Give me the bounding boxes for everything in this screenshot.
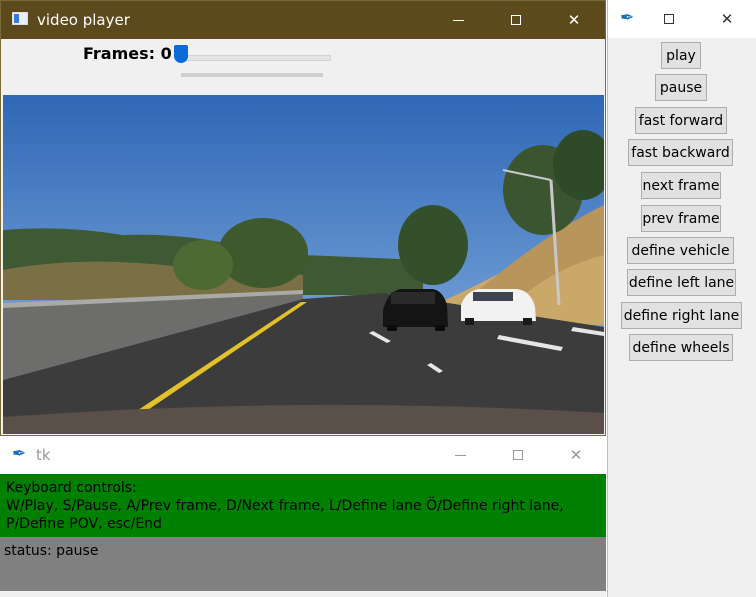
video-frame[interactable]: [3, 95, 604, 434]
keyboard-help-text: W/Play, S/Pause, A/Prev frame, D/Next fr…: [6, 498, 564, 532]
feather-icon: ✒: [12, 444, 27, 463]
define-vehicle-button[interactable]: define vehicle: [627, 237, 734, 264]
window-app-icon: [12, 12, 28, 25]
define-left-lane-button[interactable]: define left lane: [627, 269, 736, 296]
close-icon[interactable]: [566, 445, 586, 465]
minimize-icon[interactable]: [448, 10, 468, 30]
maximize-icon[interactable]: [659, 9, 679, 29]
window-title: tk: [36, 446, 51, 464]
maximize-icon[interactable]: [508, 445, 528, 465]
controls-titlebar[interactable]: ✒: [608, 0, 756, 38]
pause-button[interactable]: pause: [655, 74, 707, 101]
video-player-window: video player Frames: 0: [0, 0, 606, 436]
feather-icon: ✒: [620, 8, 635, 27]
video-player-titlebar[interactable]: video player: [1, 1, 605, 39]
status-text: status: pause: [4, 543, 99, 559]
define-wheels-button[interactable]: define wheels: [629, 334, 733, 361]
define-right-lane-button[interactable]: define right lane: [621, 302, 742, 329]
play-button[interactable]: play: [661, 42, 701, 69]
status-panel: status: pause: [0, 537, 606, 591]
tk-titlebar[interactable]: ✒ tk: [0, 437, 606, 474]
maximize-icon[interactable]: [506, 10, 526, 30]
frame-progress-bar: [181, 73, 323, 77]
keyboard-help-heading: Keyboard controls:: [6, 480, 137, 496]
keyboard-help-panel: Keyboard controls: W/Play, S/Pause, A/Pr…: [0, 474, 606, 537]
tk-window: ✒ tk Keyboard controls: W/Play, S/Pause,…: [0, 437, 606, 597]
frame-slider-track[interactable]: [181, 55, 331, 61]
next-frame-button[interactable]: next frame: [641, 172, 721, 199]
frame-slider-thumb[interactable]: [174, 45, 188, 63]
minimize-icon[interactable]: [450, 445, 470, 465]
close-icon[interactable]: [717, 9, 737, 29]
fast-forward-button[interactable]: fast forward: [635, 107, 727, 134]
prev-frame-button[interactable]: prev frame: [641, 205, 721, 232]
close-icon[interactable]: [564, 10, 584, 30]
frames-label: Frames: 0: [83, 44, 172, 63]
window-title: video player: [37, 11, 130, 29]
fast-backward-button[interactable]: fast backward: [628, 139, 733, 166]
controls-window: ✒ play pause fast forward fast backward …: [607, 0, 756, 597]
